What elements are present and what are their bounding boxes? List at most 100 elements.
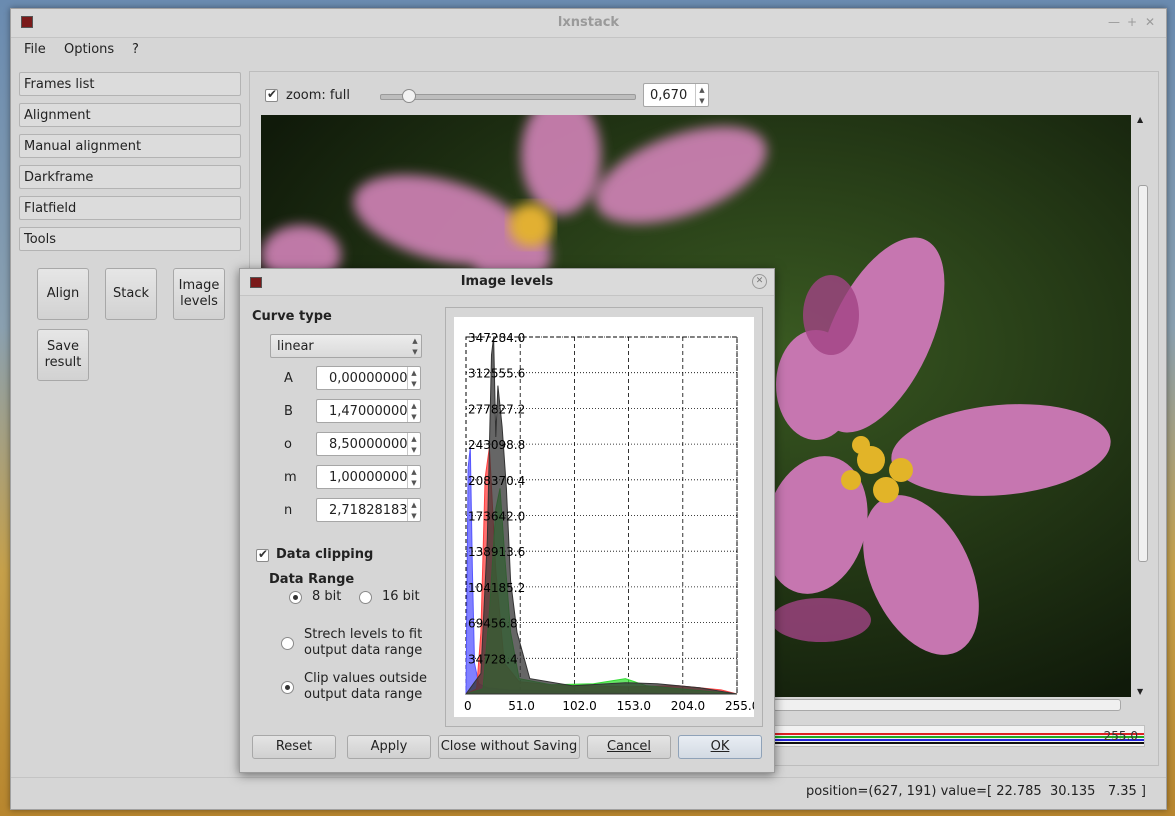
y-tick-label: 277827.2: [468, 402, 525, 416]
levels-line-red: [774, 733, 1144, 735]
zoom-slider[interactable]: [380, 89, 636, 103]
curve-type-value: linear: [277, 339, 314, 354]
menu-file[interactable]: File: [24, 42, 46, 57]
param-b-value: 1,47000000: [329, 404, 408, 419]
menu-bar: File Options ?: [11, 38, 1166, 62]
cancel-button[interactable]: Cancel: [587, 735, 671, 759]
x-tick-label: 153.0: [617, 699, 651, 713]
x-tick-label: 51.0: [508, 699, 535, 713]
param-o-value: 8,50000000: [329, 437, 408, 452]
spin-arrows-icon[interactable]: ▲ ▼: [407, 367, 420, 389]
zoom-label: zoom: full: [286, 88, 350, 103]
param-label-b: B: [284, 404, 293, 419]
stretch-levels-label-line1: Strech levels to fit: [304, 627, 423, 642]
y-tick-label: 347284.0: [468, 331, 525, 345]
vertical-scrollbar[interactable]: ▲ ▼: [1136, 115, 1148, 697]
horizontal-scrollbar[interactable]: [773, 699, 1121, 711]
data-clipping-label: Data clipping: [276, 547, 374, 562]
spin-arrows-icon[interactable]: ▲ ▼: [407, 499, 420, 521]
sidebar-item-darkframe[interactable]: Darkframe: [19, 165, 241, 189]
bit8-label: 8 bit: [312, 589, 342, 604]
sidebar-item-tools[interactable]: Tools: [19, 227, 241, 251]
title-bar[interactable]: lxnstack — + ✕: [11, 9, 1166, 38]
param-a-spinbox[interactable]: 0,00000000 ▲ ▼: [316, 366, 421, 390]
param-label-o: o: [284, 437, 292, 452]
zoom-slider-track: [380, 94, 636, 100]
spin-arrows-icon[interactable]: ▲ ▼: [407, 400, 420, 422]
histogram-svg: 347284.0 312555.6 277827.2 243098.8 208370.4…: [464, 331, 759, 713]
y-tick-label: 138913.6: [468, 545, 525, 559]
save-result-label: Save result: [44, 339, 82, 370]
param-m-value: 1,00000000: [329, 470, 408, 485]
scroll-down-icon[interactable]: ▼: [1137, 687, 1143, 696]
menu-help[interactable]: ?: [132, 42, 139, 57]
y-tick-label: 208370.4: [468, 474, 525, 488]
close-icon[interactable]: ✕: [1144, 16, 1156, 28]
sidebar-item-flatfield[interactable]: Flatfield: [19, 196, 241, 220]
check-icon: ✔: [267, 87, 278, 101]
data-clipping-checkbox[interactable]: ✔: [256, 547, 269, 562]
select-arrows-icon: ▲ ▼: [412, 336, 418, 356]
dialog-title-bar[interactable]: Image levels ✕: [240, 269, 774, 296]
check-icon: ✔: [258, 547, 269, 561]
stretch-levels-radio[interactable]: [281, 637, 294, 650]
bit8-radio[interactable]: [289, 591, 302, 604]
param-o-spinbox[interactable]: 8,50000000 ▲ ▼: [316, 432, 421, 456]
dialog-title: Image levels: [460, 274, 554, 289]
zoom-checkbox[interactable]: ✔: [265, 87, 278, 102]
dialog-close-icon[interactable]: ✕: [752, 274, 767, 289]
param-m-spinbox[interactable]: 1,00000000 ▲ ▼: [316, 465, 421, 489]
param-b-spinbox[interactable]: 1,47000000 ▲ ▼: [316, 399, 421, 423]
image-levels-dialog: Image levels ✕ Curve type linear ▲ ▼ A 0,…: [239, 268, 775, 773]
curve-type-select[interactable]: linear ▲ ▼: [270, 334, 422, 358]
clip-values-label-line1: Clip values outside: [304, 671, 428, 686]
param-a-value: 0,00000000: [329, 371, 408, 386]
spin-arrows-icon[interactable]: ▲ ▼: [407, 466, 420, 488]
image-levels-button[interactable]: Image levels: [173, 268, 225, 320]
y-tick-label: 69456.8: [468, 617, 518, 631]
scroll-thumb[interactable]: [1138, 185, 1148, 562]
x-tick-label: 102.0: [562, 699, 596, 713]
align-button[interactable]: Align: [37, 268, 89, 320]
levels-line-green: [774, 736, 1144, 738]
y-tick-label: 34728.4: [468, 652, 518, 666]
stack-button[interactable]: Stack: [105, 268, 157, 320]
menu-options[interactable]: Options: [64, 42, 114, 57]
x-tick-label: 255.0: [725, 699, 754, 713]
y-tick-label: 243098.8: [468, 438, 525, 452]
levels-line-black: [774, 742, 1144, 744]
x-tick-label: 0: [464, 699, 472, 713]
status-text: position=(627, 191) value=[ 22.785 30.13…: [806, 784, 1146, 799]
histogram-chart[interactable]: 347284.0 312555.6 277827.2 243098.8 208370.4…: [454, 317, 759, 717]
param-n-value: 2,71828183: [329, 503, 408, 518]
sidebar-item-alignment[interactable]: Alignment: [19, 103, 241, 127]
close-without-saving-button[interactable]: Close without Saving: [438, 735, 580, 759]
spin-arrows-icon[interactable]: ▲ ▼: [407, 433, 420, 455]
x-tick-label: 204.0: [671, 699, 705, 713]
scroll-up-icon[interactable]: ▲: [1137, 115, 1143, 124]
param-label-n: n: [284, 503, 293, 518]
zoom-value: 0,670: [650, 88, 688, 103]
clip-values-radio[interactable]: [281, 681, 294, 694]
data-range-label: Data Range: [269, 572, 355, 587]
levels-line-blue: [774, 739, 1144, 741]
bit16-radio[interactable]: [359, 591, 372, 604]
save-result-button[interactable]: Save result: [37, 329, 89, 381]
levels-max-label: 255.0: [1103, 729, 1138, 743]
curve-type-label: Curve type: [252, 309, 332, 324]
spin-arrows-icon[interactable]: ▲ ▼: [695, 84, 708, 106]
y-tick-label: 173642.0: [468, 510, 525, 524]
reset-button[interactable]: Reset: [252, 735, 336, 759]
sidebar-item-frames-list[interactable]: Frames list: [19, 72, 241, 96]
ok-button[interactable]: OK: [678, 735, 762, 759]
zoom-spinbox[interactable]: 0,670 ▲ ▼: [643, 83, 709, 107]
zoom-slider-handle[interactable]: [402, 89, 416, 103]
minimize-icon[interactable]: —: [1108, 16, 1120, 28]
apply-button[interactable]: Apply: [347, 735, 431, 759]
param-n-spinbox[interactable]: 2,71828183 ▲ ▼: [316, 498, 421, 522]
param-label-a: A: [284, 371, 293, 386]
stretch-levels-label-line2: output data range: [304, 643, 423, 658]
image-levels-label: Image levels: [178, 278, 220, 309]
sidebar-item-manual-alignment[interactable]: Manual alignment: [19, 134, 241, 158]
maximize-icon[interactable]: +: [1126, 16, 1138, 28]
